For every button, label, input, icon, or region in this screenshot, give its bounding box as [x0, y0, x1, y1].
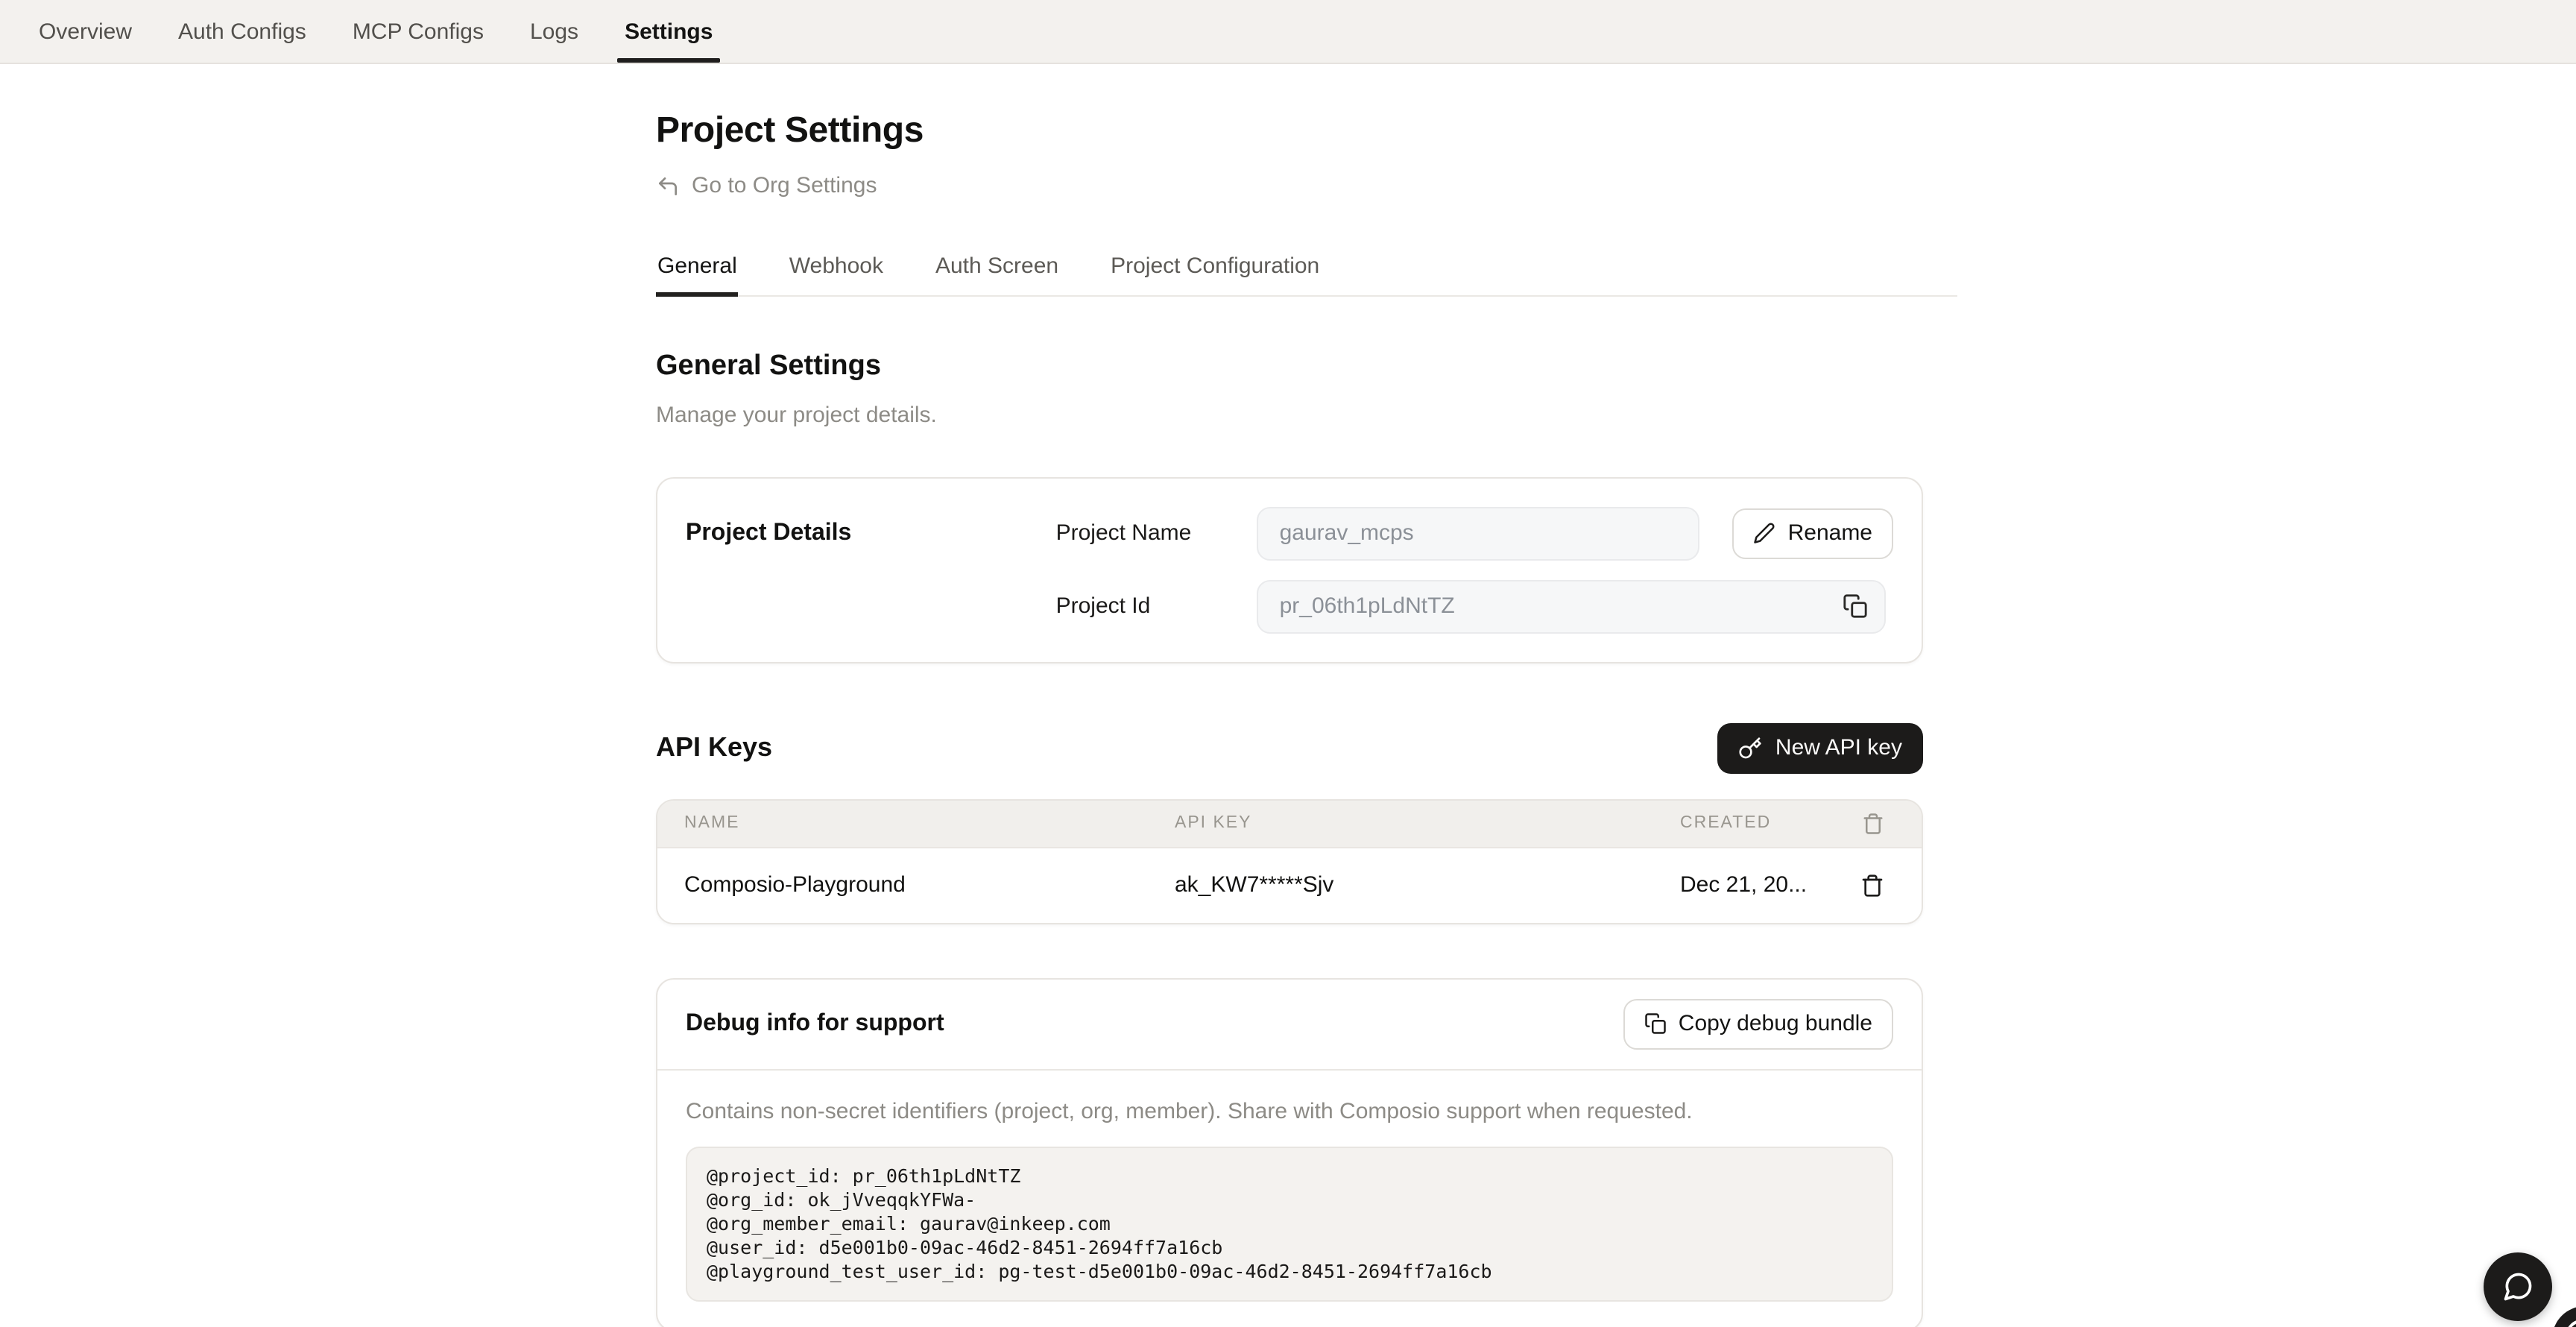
page-title: Project Settings — [656, 110, 1923, 152]
go-to-org-settings-label: Go to Org Settings — [692, 173, 877, 198]
copy-debug-bundle-label: Copy debug bundle — [1679, 1011, 1872, 1036]
api-keys-table: NAME API KEY CREATED Composio-Playground… — [656, 798, 1923, 924]
column-name: NAME — [684, 814, 1175, 832]
column-created: CREATED — [1680, 814, 1850, 832]
debug-info-card: Debug info for support Copy debug bundle… — [656, 977, 1923, 1327]
copy-project-id-button[interactable] — [1842, 593, 1869, 620]
chat-widget-button[interactable] — [2484, 1252, 2552, 1321]
general-settings-subtitle: Manage your project details. — [656, 402, 1923, 427]
nav-item-overview[interactable]: Overview — [37, 0, 133, 63]
tab-auth-screen[interactable]: Auth Screen — [934, 250, 1060, 294]
nav-item-logs[interactable]: Logs — [528, 0, 580, 63]
project-details-fields: Project Name Rename Project Id — [1056, 506, 1893, 633]
debug-card-header: Debug info for support Copy debug bundle — [657, 979, 1922, 1070]
debug-line-playground-test-user-id: @playground_test_user_id: pg-test-d5e001… — [707, 1259, 1872, 1283]
project-details-left: Project Details — [686, 506, 1056, 633]
project-id-label: Project Id — [1056, 593, 1257, 619]
corner-widget-partial[interactable] — [2552, 1306, 2576, 1327]
project-name-label: Project Name — [1056, 520, 1257, 546]
project-name-input[interactable] — [1257, 506, 1700, 560]
tab-general[interactable]: General — [656, 250, 739, 294]
copy-icon — [1644, 1012, 1667, 1035]
debug-line-project-id: @project_id: pr_06th1pLdNtTZ — [707, 1164, 1872, 1188]
api-keys-header: API Keys New API key — [656, 722, 1923, 773]
api-key-created-cell: Dec 21, 20... — [1680, 872, 1850, 898]
api-key-value-cell: ak_KW7*****Sjv — [1175, 872, 1680, 898]
rename-button[interactable]: Rename — [1733, 508, 1893, 558]
nav-item-settings[interactable]: Settings — [623, 0, 714, 63]
rename-button-label: Rename — [1788, 520, 1872, 546]
api-key-name-cell: Composio-Playground — [684, 872, 1175, 898]
settings-tab-bar: General Webhook Auth Screen Project Conf… — [656, 250, 1957, 296]
key-icon — [1738, 736, 1762, 760]
pencil-icon — [1754, 522, 1776, 544]
debug-card-title: Debug info for support — [686, 1010, 944, 1037]
main-content: Project Settings Go to Org Settings Gene… — [656, 64, 1923, 1327]
chat-bubble-icon — [2501, 1270, 2534, 1303]
debug-line-user-id: @user_id: d5e001b0-09ac-46d2-8451-2694ff… — [707, 1235, 1872, 1259]
api-key-table-row: Composio-Playground ak_KW7*****Sjv Dec 2… — [657, 848, 1922, 922]
debug-card-body: Contains non-secret identifiers (project… — [657, 1070, 1922, 1327]
debug-description: Contains non-secret identifiers (project… — [686, 1098, 1893, 1123]
project-id-input[interactable] — [1257, 579, 1887, 633]
project-name-row: Project Name Rename — [1056, 506, 1893, 560]
go-to-org-settings-link[interactable]: Go to Org Settings — [656, 173, 877, 198]
debug-code-block: @project_id: pr_06th1pLdNtTZ @org_id: ok… — [686, 1146, 1893, 1301]
nav-item-auth-configs[interactable]: Auth Configs — [177, 0, 308, 63]
project-id-row: Project Id — [1056, 579, 1893, 633]
tab-webhook[interactable]: Webhook — [788, 250, 885, 294]
project-details-card: Project Details Project Name Rename — [656, 476, 1923, 663]
api-keys-table-header: NAME API KEY CREATED — [657, 800, 1922, 848]
nav-item-mcp-configs[interactable]: MCP Configs — [351, 0, 485, 63]
delete-api-key-button[interactable] — [1850, 873, 1895, 897]
column-api-key: API KEY — [1175, 814, 1680, 832]
copy-debug-bundle-button[interactable]: Copy debug bundle — [1623, 998, 1893, 1049]
tab-project-configuration[interactable]: Project Configuration — [1109, 250, 1321, 294]
debug-line-org-member-email: @org_member_email: gaurav@inkeep.com — [707, 1211, 1872, 1235]
corner-up-left-icon — [656, 174, 680, 198]
top-navigation: Overview Auth Configs MCP Configs Logs S… — [0, 0, 2576, 64]
new-api-key-button[interactable]: New API key — [1717, 722, 1923, 773]
project-settings-page: Overview Auth Configs MCP Configs Logs S… — [0, 0, 2576, 1327]
new-api-key-label: New API key — [1775, 735, 1902, 760]
project-details-title: Project Details — [686, 506, 1056, 546]
copy-icon — [1843, 593, 1868, 619]
project-id-field-wrap — [1257, 579, 1887, 633]
trash-icon — [1860, 873, 1884, 897]
general-settings-heading: General Settings — [656, 350, 1923, 382]
api-keys-heading: API Keys — [656, 732, 772, 763]
debug-line-org-id: @org_id: ok_jVveqqkYFWa- — [707, 1188, 1872, 1211]
header-trash-icon — [1850, 812, 1895, 834]
